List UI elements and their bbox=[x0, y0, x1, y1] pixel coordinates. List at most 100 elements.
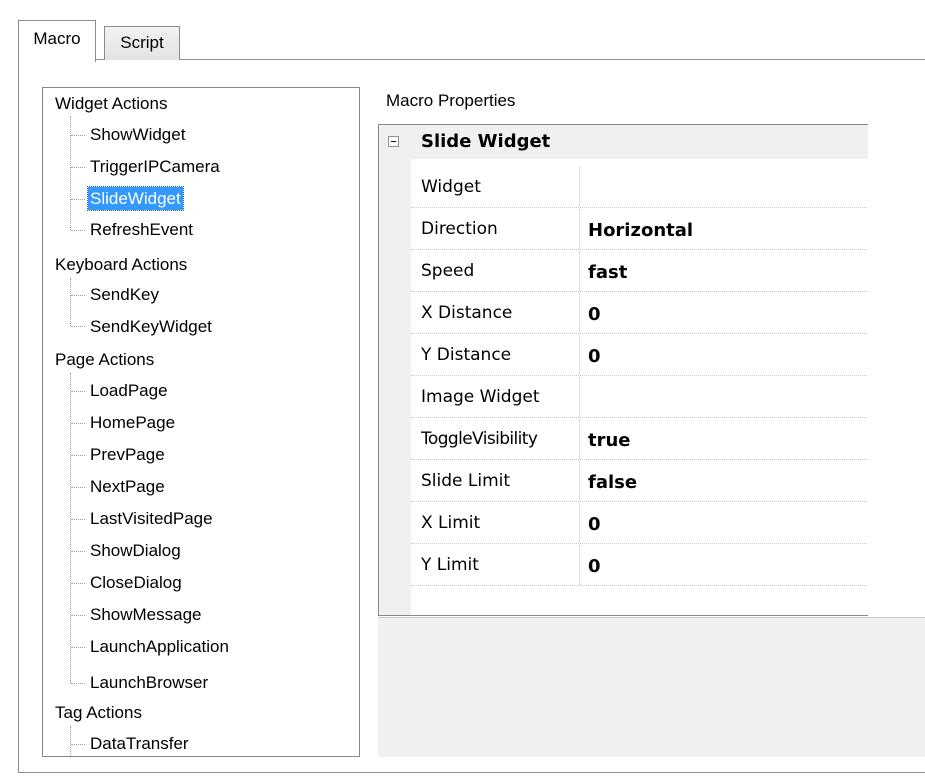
tab-script-label: Script bbox=[120, 32, 164, 52]
tree-item-triggeripcamera[interactable]: TriggerIPCamera bbox=[90, 151, 220, 183]
property-name: Direction bbox=[421, 219, 498, 239]
property-row-widget[interactable]: Widget bbox=[411, 167, 925, 208]
property-name: Y Limit bbox=[421, 555, 479, 575]
tree-connector bbox=[71, 135, 85, 136]
tree-group-tag-actions[interactable]: Tag Actions bbox=[55, 697, 142, 729]
tree-group-label: Keyboard Actions bbox=[55, 255, 188, 274]
property-value[interactable]: 0 bbox=[588, 295, 601, 335]
property-row-y-distance[interactable]: Y Distance 0 bbox=[411, 335, 925, 376]
tree-item-label: CloseDialog bbox=[90, 573, 182, 592]
property-row-image-widget[interactable]: Image Widget bbox=[411, 377, 925, 418]
tree-item-label: ShowWidget bbox=[90, 125, 186, 144]
grid-divider bbox=[579, 167, 580, 207]
tree-item-label: SendKey bbox=[90, 285, 159, 304]
grid-left-margin bbox=[379, 125, 411, 615]
tree-item-nextpage[interactable]: NextPage bbox=[90, 471, 165, 503]
tree-item-label: LaunchApplication bbox=[90, 637, 229, 656]
tree-group-widget-actions[interactable]: Widget Actions bbox=[55, 88, 167, 120]
property-row-x-limit[interactable]: X Limit 0 bbox=[411, 503, 925, 544]
macro-tree[interactable]: Widget Actions ShowWidget TriggerIPCamer… bbox=[42, 87, 360, 757]
grid-divider bbox=[579, 545, 580, 585]
tree-item-label: LaunchBrowser bbox=[90, 673, 209, 692]
tree-connector bbox=[71, 551, 85, 552]
tree-item-label: LastVisitedPage bbox=[90, 509, 213, 528]
tree-item-label: RefreshEvent bbox=[90, 220, 193, 239]
tree-connector bbox=[70, 116, 71, 230]
grid-divider bbox=[579, 335, 580, 375]
macro-properties-title: Macro Properties bbox=[386, 91, 516, 110]
tree-item-launchbrowser[interactable]: LaunchBrowser bbox=[90, 667, 208, 699]
tree-connector bbox=[71, 487, 85, 488]
tab-script[interactable]: Script bbox=[104, 26, 180, 60]
tree-item-slidewidget[interactable]: SlideWidget bbox=[87, 183, 184, 215]
property-row-speed[interactable]: Speed fast bbox=[411, 251, 925, 292]
tree-item-label: SendKeyWidget bbox=[90, 317, 212, 336]
property-name: Widget bbox=[421, 177, 481, 197]
grid-right-blank bbox=[868, 124, 925, 616]
grid-category-row[interactable]: Slide Widget bbox=[379, 125, 925, 159]
property-value[interactable]: 0 bbox=[588, 337, 601, 377]
tree-connector bbox=[71, 326, 85, 327]
tree-item-homepage[interactable]: HomePage bbox=[90, 407, 175, 439]
tree-item-loadpage[interactable]: LoadPage bbox=[90, 375, 168, 407]
grid-divider bbox=[579, 419, 580, 459]
property-grid[interactable]: Slide Widget Widget Direction Horizontal… bbox=[378, 124, 925, 616]
grid-divider bbox=[579, 293, 580, 333]
tab-macro-label: Macro bbox=[33, 28, 81, 48]
property-name: ToggleVisibility bbox=[421, 429, 538, 449]
tree-item-prevpage[interactable]: PrevPage bbox=[90, 439, 165, 471]
tree-item-label: NextPage bbox=[90, 477, 165, 496]
tree-item-refreshevent[interactable]: RefreshEvent bbox=[90, 214, 193, 246]
tree-connector bbox=[71, 423, 85, 424]
tree-item-label: HomePage bbox=[90, 413, 176, 432]
collapse-minus-icon[interactable] bbox=[388, 136, 399, 147]
grid-divider bbox=[579, 461, 580, 501]
tab-macro[interactable]: Macro bbox=[18, 20, 96, 62]
property-name: Slide Limit bbox=[421, 471, 511, 491]
grid-divider bbox=[579, 209, 580, 249]
property-value[interactable]: fast bbox=[588, 253, 627, 293]
property-name: X Distance bbox=[421, 303, 513, 323]
tree-item-sendkeywidget[interactable]: SendKeyWidget bbox=[90, 311, 212, 343]
tree-item-showwidget[interactable]: ShowWidget bbox=[90, 119, 185, 151]
tree-group-label: Widget Actions bbox=[55, 94, 168, 113]
property-row-togglevisibility[interactable]: ToggleVisibility true bbox=[411, 419, 925, 460]
tree-connector bbox=[70, 726, 71, 756]
tree-group-keyboard-actions[interactable]: Keyboard Actions bbox=[55, 249, 187, 281]
property-value[interactable]: 0 bbox=[588, 547, 601, 587]
tree-connector bbox=[71, 647, 85, 648]
tree-connector bbox=[71, 167, 85, 168]
property-value[interactable]: 0 bbox=[588, 505, 601, 545]
tree-item-label: DataTransfer bbox=[90, 734, 189, 753]
property-help-panel bbox=[378, 617, 925, 757]
grid-divider bbox=[579, 503, 580, 543]
property-row-slide-limit[interactable]: Slide Limit false bbox=[411, 461, 925, 502]
tree-connector bbox=[71, 519, 85, 520]
tree-item-datatransfer[interactable]: DataTransfer bbox=[90, 728, 189, 756]
tree-item-label: ShowMessage bbox=[90, 605, 202, 624]
tree-connector bbox=[70, 373, 71, 683]
tree-connector bbox=[71, 199, 85, 200]
tree-connector bbox=[71, 295, 85, 296]
tree-group-page-actions[interactable]: Page Actions bbox=[55, 344, 154, 376]
tree-item-showdialog[interactable]: ShowDialog bbox=[90, 535, 181, 567]
tree-item-closedialog[interactable]: CloseDialog bbox=[90, 567, 182, 599]
property-value[interactable]: true bbox=[588, 421, 631, 461]
tree-connector bbox=[71, 230, 85, 231]
property-value[interactable]: Horizontal bbox=[588, 211, 693, 251]
tree-item-label-selected: SlideWidget bbox=[87, 186, 184, 211]
property-row-y-limit[interactable]: Y Limit 0 bbox=[411, 545, 925, 586]
tree-connector bbox=[71, 744, 85, 745]
tree-group-label: Page Actions bbox=[55, 350, 155, 369]
property-value[interactable]: false bbox=[588, 463, 637, 503]
tree-group-label: Tag Actions bbox=[55, 703, 142, 722]
tree-item-label: TriggerIPCamera bbox=[90, 157, 220, 176]
property-row-direction[interactable]: Direction Horizontal bbox=[411, 209, 925, 250]
property-row-x-distance[interactable]: X Distance 0 bbox=[411, 293, 925, 334]
tree-item-launchapplication[interactable]: LaunchApplication bbox=[90, 631, 229, 663]
tree-item-showmessage[interactable]: ShowMessage bbox=[90, 599, 202, 631]
tree-item-lastvisitedpage[interactable]: LastVisitedPage bbox=[90, 503, 213, 535]
grid-category-label: Slide Widget bbox=[421, 131, 551, 152]
tree-item-sendkey[interactable]: SendKey bbox=[90, 279, 159, 311]
tree-item-label: PrevPage bbox=[90, 445, 165, 464]
